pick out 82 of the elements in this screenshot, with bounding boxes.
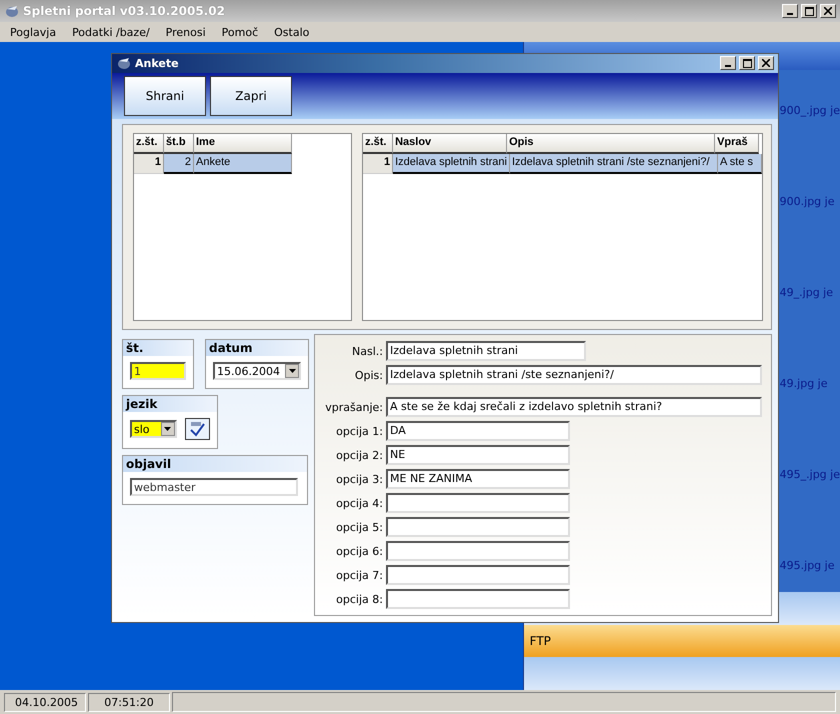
status-text: 07:51:20: [88, 692, 170, 712]
text-field[interactable]: Izdelava spletnih strani: [386, 341, 586, 361]
close-icon: [762, 59, 770, 68]
window-title: Ankete: [135, 56, 180, 70]
column-header[interactable]: z.št.: [363, 134, 394, 154]
field-label: opcija 1:: [335, 424, 383, 438]
group-title: št.: [123, 340, 193, 356]
field-label: Opis:: [354, 368, 383, 382]
field-label: Nasl.:: [351, 344, 383, 358]
column-header[interactable]: Vpraš: [715, 134, 760, 154]
maximize-icon: [742, 58, 752, 68]
minimize-button[interactable]: [782, 4, 798, 18]
language-value: slo: [134, 422, 151, 436]
caret-icon: [288, 369, 296, 373]
field-label: vprašanje:: [324, 400, 383, 414]
field-label: opcija 6:: [335, 544, 383, 558]
close-button[interactable]: [820, 4, 836, 18]
file-text: 49.jpg je: [778, 377, 828, 392]
text-field[interactable]: Izdelava spletnih strani /ste seznanjeni?/: [386, 365, 762, 385]
text-field[interactable]: A ste se že kdaj srečali z izdelavo spletnih strani?: [386, 397, 762, 417]
text-field[interactable]: NE: [386, 445, 570, 465]
file-text: 900_.jpg je: [778, 104, 840, 119]
group-title: jezik: [123, 396, 217, 412]
spellcheck-button[interactable]: [184, 418, 210, 440]
menu-item[interactable]: Pomoč: [214, 26, 266, 38]
window-title: Spletni portal v03.10.2005.02: [23, 4, 226, 18]
file-text: 495_.jpg je: [778, 468, 840, 483]
group-title: objavil: [123, 456, 307, 472]
number-field[interactable]: 1: [130, 362, 186, 380]
close-icon: [824, 7, 832, 15]
field-label: opcija 8:: [335, 592, 383, 606]
text-field[interactable]: DA: [386, 421, 570, 441]
field-label: opcija 5:: [335, 520, 383, 534]
caret-icon: [164, 427, 172, 431]
maximize-button[interactable]: [739, 56, 755, 70]
field-label: opcija 4:: [335, 496, 383, 510]
table-cell[interactable]: Izdelava spletnih strani: [393, 154, 510, 174]
text-field[interactable]: ME NE ZANIMA: [386, 469, 570, 489]
app-icon: [116, 56, 132, 70]
table-cell[interactable]: 1: [363, 154, 394, 174]
column-header[interactable]: št.b: [164, 134, 194, 154]
file-text: 49_.jpg je: [778, 286, 834, 301]
column-header[interactable]: z.št.: [134, 134, 164, 154]
dropdown-button[interactable]: [285, 364, 299, 378]
menu-item[interactable]: Prenosi: [158, 26, 214, 38]
field-label: opcija 7:: [335, 568, 383, 582]
status-text: 04.10.2005: [4, 692, 86, 712]
text-field[interactable]: [386, 565, 570, 585]
text-field[interactable]: [386, 589, 570, 609]
text-field[interactable]: [386, 541, 570, 561]
file-text: 495.jpg je: [778, 559, 836, 574]
spellcheck-icon: [188, 421, 206, 437]
author-field[interactable]: webmaster: [130, 478, 298, 496]
ftp-bar[interactable]: FTP: [524, 625, 840, 657]
column-header[interactable]: Naslov: [393, 134, 508, 154]
table-cell[interactable]: Izdelava spletnih strani /ste seznanjeni?/: [510, 154, 718, 174]
column-header[interactable]: Opis: [507, 134, 716, 154]
dropdown-button[interactable]: [160, 422, 175, 436]
column-header[interactable]: Ime: [194, 134, 292, 154]
toolbar-button[interactable]: Zapri: [210, 76, 292, 116]
app-icon: [4, 4, 20, 18]
menu-item[interactable]: Podatki /baze/: [64, 26, 158, 38]
close-button[interactable]: [758, 56, 774, 70]
minimize-button[interactable]: [720, 56, 736, 70]
menu-item[interactable]: Ostalo: [266, 26, 318, 38]
field-label: opcija 3:: [335, 472, 383, 486]
text-field[interactable]: [386, 493, 570, 513]
toolbar-button[interactable]: Shrani: [124, 76, 206, 116]
field-label: opcija 2:: [335, 448, 383, 462]
file-text: 900.jpg je: [778, 195, 836, 210]
date-dropdown[interactable]: 15.06.2004: [213, 362, 301, 380]
group-title: datum: [206, 340, 308, 356]
date-value: 15.06.2004: [217, 364, 281, 378]
maximize-icon: [804, 6, 814, 16]
menu-item[interactable]: Poglavja: [2, 26, 64, 38]
table-cell[interactable]: Ankete: [194, 154, 292, 174]
language-dropdown[interactable]: slo: [130, 420, 177, 438]
table-cell[interactable]: A ste s: [718, 154, 762, 174]
maximize-button[interactable]: [801, 4, 817, 18]
table-cell[interactable]: 1: [134, 154, 164, 174]
table-cell[interactable]: 2: [164, 154, 194, 174]
text-field[interactable]: [386, 517, 570, 537]
